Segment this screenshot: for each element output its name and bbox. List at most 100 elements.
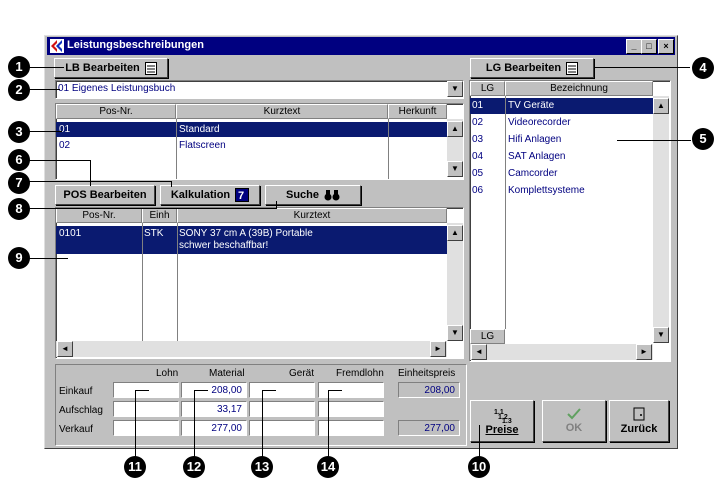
lb-table: Pos-Nr. Kurztext Herkunft 01 Standard 02…	[55, 103, 464, 180]
row-einh: STK	[144, 228, 164, 239]
table-row[interactable]: 0101 STK SONY 37 cm A (39B) Portable sch…	[56, 226, 447, 254]
callout-5: 5	[692, 128, 714, 150]
suche-button[interactable]: Suche	[265, 185, 361, 205]
row-bez: TV Geräte	[508, 100, 555, 111]
lg-bearbeiten-label: LG Bearbeiten	[485, 62, 562, 74]
pos-col-einh[interactable]: Einh	[142, 208, 177, 223]
pos-bearbeiten-button[interactable]: POS Bearbeiten	[55, 185, 155, 205]
callout-13: 13	[251, 456, 273, 478]
preise-label: Preise	[485, 423, 519, 436]
col-fremdlohn: Fremdlohn	[336, 368, 384, 379]
leistungsbuch-select[interactable]: 01 Eigenes Leistungsbuch ▼	[55, 80, 464, 99]
material-aufschlag-field[interactable]: 33,17	[181, 401, 247, 417]
lg-col-lg[interactable]: LG	[470, 81, 505, 96]
lb-bearbeiten-button[interactable]: LB Bearbeiten	[54, 58, 168, 78]
checkmark-icon	[567, 408, 581, 420]
row-nr: 01	[59, 124, 71, 135]
scroll-up-icon[interactable]: ▲	[447, 121, 463, 137]
lg-vertical-scrollbar[interactable]: ▲ ▼	[653, 96, 669, 343]
callout-9: 9	[8, 247, 30, 269]
chevron-down-icon[interactable]: ▼	[447, 81, 463, 97]
title-bar[interactable]: Leistungsbeschreibungen _ □ ×	[47, 37, 675, 55]
row-einkauf: Einkauf	[59, 386, 93, 397]
row-nr: 0101	[59, 228, 82, 239]
callout-4: 4	[692, 57, 714, 79]
table-row[interactable]: 02 Videorecorder	[470, 115, 653, 131]
col-material: Material	[209, 368, 245, 379]
lg-footer-header: LG	[470, 329, 505, 344]
suche-label: Suche	[285, 189, 319, 201]
lb-col-posnr[interactable]: Pos-Nr.	[56, 104, 176, 119]
notepad-icon	[566, 61, 579, 75]
scroll-down-icon[interactable]: ▼	[447, 161, 463, 177]
row-bez: Hifi Anlagen	[508, 134, 562, 145]
callout-3: 3	[8, 121, 30, 143]
einheitspreis-verkauf: 277,00	[398, 420, 460, 436]
row-aufschlag: Aufschlag	[59, 405, 103, 416]
material-einkauf-field[interactable]: 208,00	[181, 382, 247, 398]
table-row[interactable]: 06 Komplettsysteme	[470, 183, 653, 199]
row-lg: 05	[472, 168, 484, 179]
calculator-icon: 7	[235, 188, 250, 202]
svg-text:7: 7	[238, 190, 244, 202]
zurueck-label: Zurück	[620, 423, 658, 435]
row-lg: 01	[472, 100, 484, 111]
table-row[interactable]: 04 SAT Anlagen	[470, 149, 653, 165]
material-verkauf-field[interactable]: 277,00	[181, 420, 247, 436]
binoculars-icon	[324, 190, 340, 201]
callout-7: 7	[8, 172, 30, 194]
pricelist-icon: 1.11.21.3	[494, 409, 512, 423]
kalkulation-label: Kalkulation	[170, 189, 231, 201]
pos-col-kurztext[interactable]: Kurztext	[177, 208, 447, 223]
scroll-up-icon[interactable]: ▲	[447, 225, 463, 241]
kalkulation-button[interactable]: Kalkulation 7	[160, 185, 260, 205]
row-verkauf: Verkauf	[59, 424, 93, 435]
geraet-aufschlag-field[interactable]	[249, 401, 315, 417]
col-geraet: Gerät	[289, 368, 315, 379]
lb-col-herkunft[interactable]: Herkunft	[388, 104, 447, 119]
row-lg: 03	[472, 134, 484, 145]
minimize-button[interactable]: _	[626, 39, 642, 54]
scroll-right-icon[interactable]: ►	[636, 344, 652, 360]
lg-bearbeiten-button[interactable]: LG Bearbeiten	[470, 58, 594, 78]
callout-11: 11	[124, 456, 146, 478]
close-button[interactable]: ×	[658, 39, 674, 54]
callout-14: 14	[317, 456, 339, 478]
table-row[interactable]: 05 Camcorder	[470, 166, 653, 182]
geraet-einkauf-field[interactable]	[249, 382, 315, 398]
lg-col-bezeichnung[interactable]: Bezeichnung	[505, 81, 653, 96]
lohn-aufschlag-field[interactable]	[113, 401, 179, 417]
lb-col-kurztext[interactable]: Kurztext	[176, 104, 388, 119]
table-row[interactable]: 01 TV Geräte	[470, 98, 653, 114]
scroll-right-icon[interactable]: ►	[430, 341, 446, 357]
lg-table: LG Bezeichnung 01 TV Geräte 02 Videorecord…	[469, 80, 671, 362]
row-bez: Camcorder	[508, 168, 558, 179]
scroll-up-icon[interactable]: ▲	[653, 98, 669, 114]
zurueck-button[interactable]: Zurück	[609, 400, 669, 442]
scroll-left-icon[interactable]: ◄	[57, 341, 73, 357]
pos-horizontal-scrollbar[interactable]: ◄ ►	[56, 341, 447, 357]
pos-table: Pos-Nr. Einh Kurztext 0101 STK SONY 37 c…	[55, 207, 464, 359]
row-text-line2: schwer beschaffbar!	[179, 240, 269, 251]
lg-horizontal-scrollbar[interactable]: ◄ ►	[470, 344, 653, 360]
lb-vertical-scrollbar[interactable]: ▲ ▼	[447, 119, 463, 177]
svg-text:1.3: 1.3	[502, 418, 512, 423]
callout-6: 6	[8, 149, 30, 171]
callout-2: 2	[8, 79, 30, 101]
scroll-down-icon[interactable]: ▼	[447, 325, 463, 341]
row-bez: Komplettsysteme	[508, 185, 585, 196]
row-text: Standard	[179, 124, 220, 135]
geraet-verkauf-field[interactable]	[249, 420, 315, 436]
window-title: Leistungsbeschreibungen	[67, 39, 204, 51]
scroll-left-icon[interactable]: ◄	[471, 344, 487, 360]
ok-button[interactable]: OK	[542, 400, 606, 442]
door-exit-icon	[633, 407, 645, 421]
maximize-button[interactable]: □	[641, 39, 657, 54]
scroll-down-icon[interactable]: ▼	[653, 327, 669, 343]
ok-label: OK	[565, 422, 583, 434]
notepad-icon	[144, 61, 157, 75]
pos-vertical-scrollbar[interactable]: ▲ ▼	[447, 223, 463, 341]
pos-col-posnr[interactable]: Pos-Nr.	[56, 208, 142, 223]
lohn-verkauf-field[interactable]	[113, 420, 179, 436]
callout-12: 12	[183, 456, 205, 478]
